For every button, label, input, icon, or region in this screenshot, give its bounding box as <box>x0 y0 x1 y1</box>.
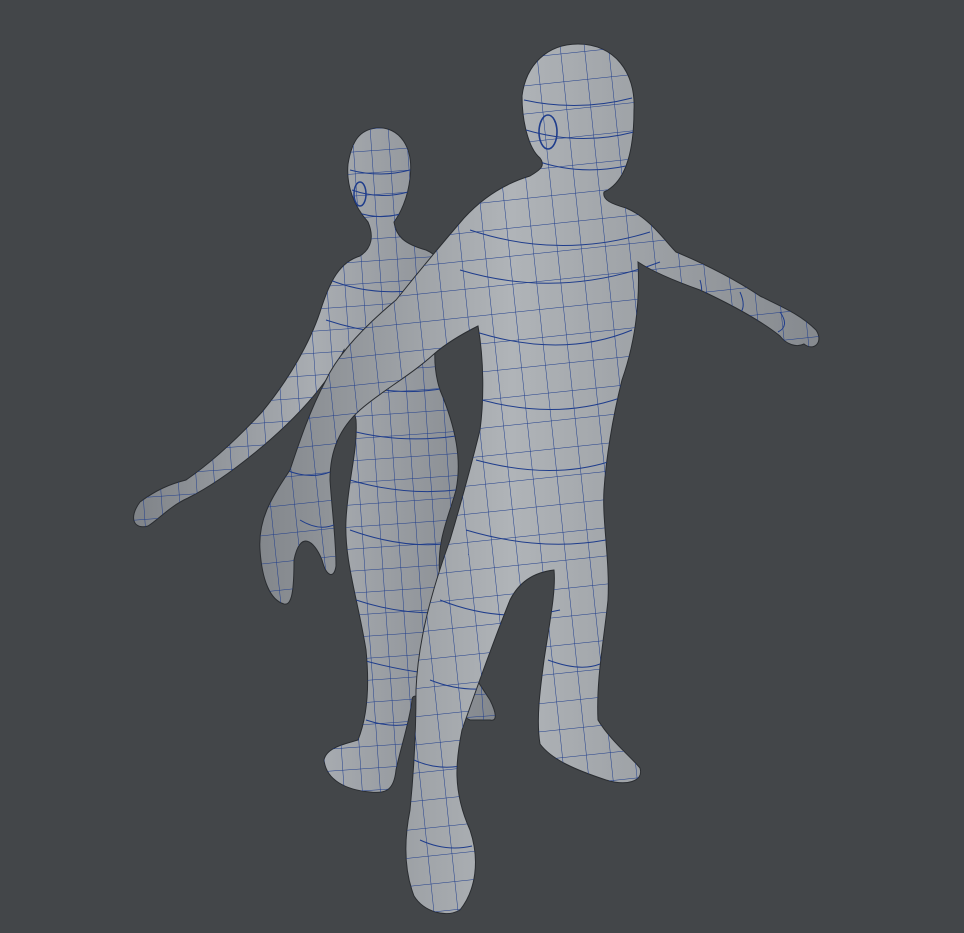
male-base-mesh[interactable] <box>250 40 830 920</box>
viewport-canvas[interactable] <box>0 0 964 933</box>
3d-viewport[interactable] <box>0 0 964 933</box>
